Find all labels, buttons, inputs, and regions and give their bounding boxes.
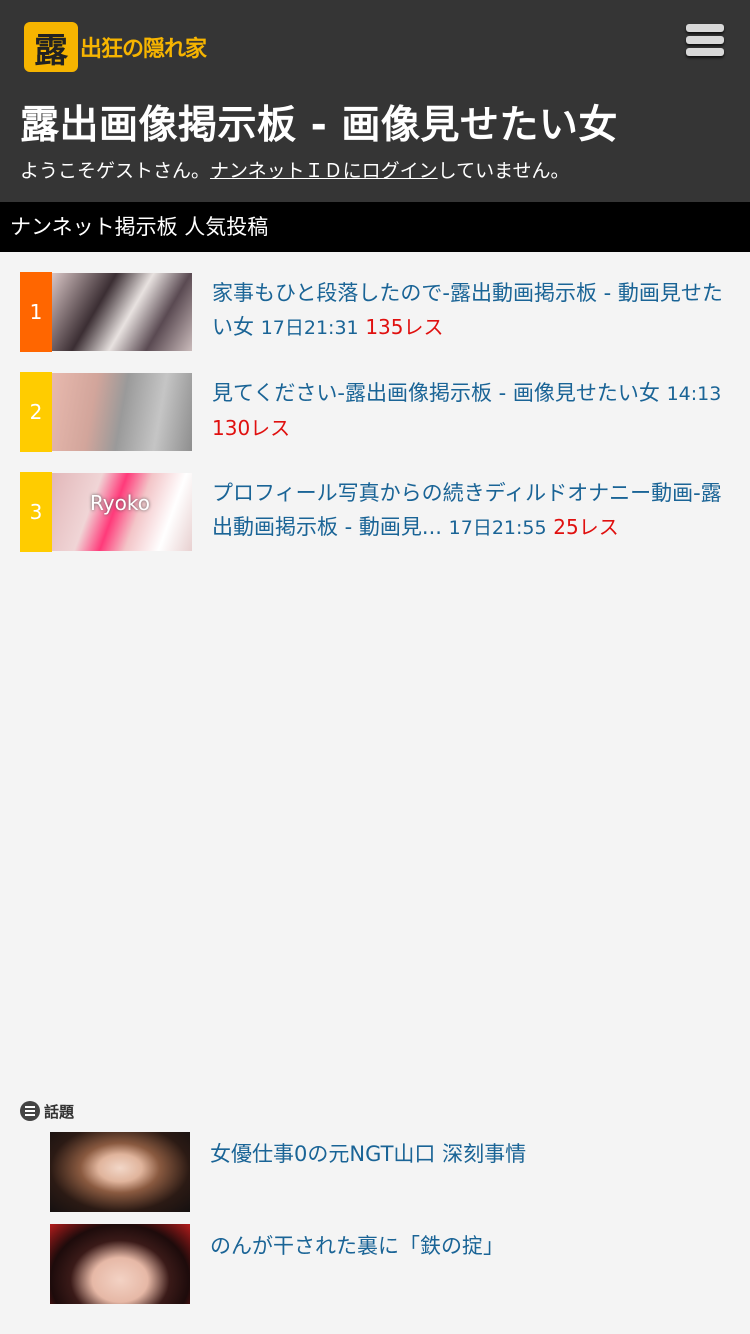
topic-title[interactable]: のんが干された裏に「鉄の掟」 [210, 1230, 504, 1304]
topic-title[interactable]: 女優仕事0の元NGT山口 深刻事情 [210, 1138, 526, 1212]
post-time: 14:13 [666, 383, 722, 405]
site-logo[interactable]: 露 出狂の隠れ家 [24, 20, 207, 74]
page-title: 露出画像掲示板 - 画像見せたい女 [20, 103, 618, 148]
list-icon [20, 1101, 40, 1121]
post-thumbnail[interactable]: Ryoko [52, 473, 192, 551]
post-link[interactable]: プロフィール写真からの続きディルドオナニー動画-露出動画掲示板 - 動画見...… [212, 476, 730, 552]
post-title: 見てください-露出画像掲示板 - 画像見せたい女 [212, 381, 660, 405]
site-header: 露 出狂の隠れ家 露出画像掲示板 - 画像見せたい女 ようこそゲストさん。ナンネ… [0, 0, 750, 202]
ranking-item-1[interactable]: 1 家事もひと段落したので-露出動画掲示板 - 動画見せたい女 17日21:31… [20, 272, 730, 352]
rank-number: 1 [20, 272, 52, 352]
topic-item-1[interactable]: 女優仕事0の元NGT山口 深刻事情 [50, 1132, 750, 1212]
thumbnail-watermark: Ryoko [90, 491, 150, 515]
topics-section: 話題 女優仕事0の元NGT山口 深刻事情 のんが干された裏に「鉄の掟」 [20, 1098, 750, 1316]
popular-posts-list: 1 家事もひと段落したので-露出動画掲示板 - 動画見せたい女 17日21:31… [0, 252, 750, 552]
post-reply-count: 25レス [553, 515, 619, 539]
topic-thumbnail[interactable] [50, 1224, 190, 1304]
topic-item-2[interactable]: のんが干された裏に「鉄の掟」 [50, 1224, 750, 1304]
welcome-message: ようこそゲストさん。ナンネットＩＤにログインしていません。 [20, 156, 570, 183]
post-thumbnail[interactable] [52, 273, 192, 351]
login-link[interactable]: ナンネットＩＤにログイン [210, 160, 438, 182]
logo-text: 出狂の隠れ家 [80, 37, 207, 62]
topics-heading: 話題 [20, 1098, 750, 1124]
post-thumbnail[interactable] [52, 373, 192, 451]
welcome-suffix: していません。 [437, 160, 570, 182]
logo-mark: 露 [24, 22, 78, 72]
post-reply-count: 135レス [365, 315, 444, 339]
ranking-item-2[interactable]: 2 見てください-露出画像掲示板 - 画像見せたい女 14:13 130レス [20, 372, 730, 452]
post-time: 17日21:55 [448, 517, 547, 539]
post-link[interactable]: 家事もひと段落したので-露出動画掲示板 - 動画見せたい女 17日21:31 1… [212, 276, 730, 352]
rank-number: 2 [20, 372, 52, 452]
topic-thumbnail[interactable] [50, 1132, 190, 1212]
post-reply-count: 130レス [212, 416, 291, 440]
post-link[interactable]: 見てください-露出画像掲示板 - 画像見せたい女 14:13 130レス [212, 376, 730, 452]
post-time: 17日21:31 [260, 317, 359, 339]
welcome-prefix: ようこそゲストさん。 [20, 160, 211, 182]
hamburger-menu-icon[interactable] [686, 24, 724, 58]
rank-number: 3 [20, 472, 52, 552]
topics-heading-label: 話題 [44, 1102, 75, 1121]
ranking-item-3[interactable]: 3 Ryoko プロフィール写真からの続きディルドオナニー動画-露出動画掲示板 … [20, 472, 730, 552]
popular-posts-heading: ナンネット掲示板 人気投稿 [0, 202, 750, 252]
